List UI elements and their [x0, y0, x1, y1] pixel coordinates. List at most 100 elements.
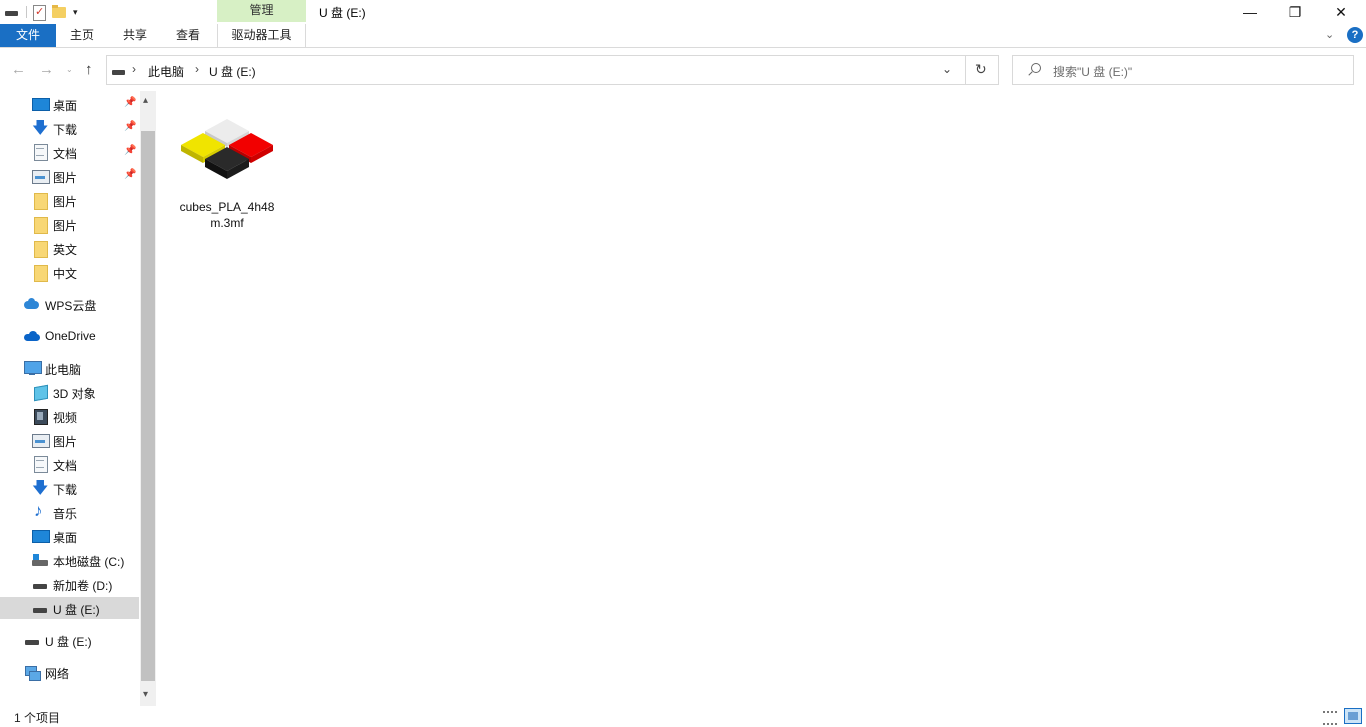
recent-locations-dropdown[interactable]: ⌄	[66, 65, 73, 74]
breadcrumb-usb-drive[interactable]: U 盘 (E:)	[209, 63, 256, 80]
restore-button[interactable]: ❐	[1272, 0, 1318, 24]
pin-icon[interactable]: 📌	[124, 145, 136, 156]
sidebar-item-pc-desktop[interactable]: 桌面	[0, 525, 139, 547]
search-icon	[1027, 62, 1041, 76]
sidebar-item-label: 英文	[53, 243, 78, 257]
wps-cloud-icon	[24, 296, 40, 312]
desktop-icon	[32, 528, 50, 544]
sidebar-item-3d-objects[interactable]: 3D 对象	[0, 381, 139, 403]
address-divider	[965, 56, 966, 84]
scrollbar-thumb[interactable]	[141, 131, 155, 681]
sidebar-item-onedrive[interactable]: OneDrive	[0, 325, 139, 347]
tab-view[interactable]: 查看	[164, 24, 212, 47]
sidebar-item-label: 此电脑	[45, 363, 82, 377]
sidebar-item-documents[interactable]: 文档 📌	[0, 141, 139, 163]
sidebar-item-desktop[interactable]: 桌面 📌	[0, 93, 139, 115]
sidebar-item-pc-pictures[interactable]: 图片	[0, 429, 139, 451]
back-button[interactable]: ←	[11, 61, 26, 78]
forward-button[interactable]: →	[39, 61, 54, 78]
sidebar-item-label: 文档	[53, 459, 78, 473]
tab-share[interactable]: 共享	[111, 24, 159, 47]
new-folder-icon[interactable]	[51, 4, 67, 20]
minimize-button[interactable]: —	[1227, 0, 1273, 24]
navigation-pane-scrollbar[interactable]: ▴ ▾	[140, 91, 156, 706]
sidebar-item-drive-d[interactable]: 新加卷 (D:)	[0, 573, 139, 595]
sidebar-item-label: 下载	[53, 123, 78, 137]
sidebar-item-usb-drive[interactable]: U 盘 (E:)	[0, 629, 139, 651]
sidebar-item-label: 图片	[53, 219, 78, 233]
sidebar-item-downloads[interactable]: 下载 📌	[0, 117, 139, 144]
document-icon	[32, 456, 48, 473]
status-bar: 1 个项目	[0, 706, 1366, 727]
file-item[interactable]: cubes_PLA_4h48m.3mf	[177, 107, 277, 237]
navigation-pane: 桌面 📌 下载 📌 文档 📌 图片 📌 图片 图片 英文 中文 WPS云盘	[0, 91, 140, 706]
large-icons-view-icon[interactable]	[1344, 708, 1362, 724]
breadcrumb-separator[interactable]: ›	[132, 62, 136, 76]
sidebar-item-folder-english[interactable]: 英文	[0, 237, 139, 259]
sidebar-item-music[interactable]: 音乐	[0, 501, 139, 523]
sidebar-item-label: 图片	[53, 171, 78, 185]
tab-file[interactable]: 文件	[0, 24, 56, 47]
drive-icon	[111, 64, 127, 78]
pin-icon[interactable]: 📌	[124, 97, 136, 108]
toolbar-divider	[26, 6, 27, 18]
folder-icon	[32, 216, 48, 234]
sidebar-item-label: U 盘 (E:)	[45, 635, 92, 649]
manage-context-tab[interactable]: 管理	[217, 0, 306, 22]
drive-icon	[4, 4, 20, 20]
close-button[interactable]: ✕	[1318, 0, 1364, 24]
sidebar-item-wps-cloud[interactable]: WPS云盘	[0, 293, 139, 315]
details-view-icon[interactable]	[1322, 709, 1338, 725]
3mf-cubes-icon	[181, 119, 273, 179]
sidebar-item-folder-chinese[interactable]: 中文	[0, 261, 139, 283]
navigation-bar: ← → ⌄ ↑ › 此电脑 › U 盘 (E:) ⌄ ↻ 搜索"U 盘 (E:)…	[0, 49, 1366, 91]
breadcrumb-separator[interactable]: ›	[195, 62, 199, 76]
sidebar-item-label: 3D 对象	[53, 387, 96, 401]
sidebar-item-pc-documents[interactable]: 文档	[0, 453, 139, 475]
up-button[interactable]: ↑	[85, 61, 93, 78]
tab-drive-tools[interactable]: 驱动器工具	[217, 24, 306, 47]
download-icon	[32, 477, 48, 504]
customize-toolbar-dropdown[interactable]: ▾	[73, 7, 78, 18]
expand-ribbon-icon[interactable]: ⌄	[1325, 28, 1334, 41]
sidebar-item-folder-pictures-1[interactable]: 图片	[0, 189, 139, 211]
folder-icon	[32, 240, 48, 258]
sidebar-item-pc-downloads[interactable]: 下载	[0, 477, 139, 504]
ribbon-tabs: 文件 主页 共享 查看 驱动器工具 ⌄ ?	[0, 24, 1366, 48]
sidebar-item-drive-c[interactable]: 本地磁盘 (C:)	[0, 549, 139, 571]
address-bar[interactable]: › 此电脑 › U 盘 (E:) ⌄ ↻	[106, 55, 999, 85]
drive-icon	[32, 576, 48, 592]
sidebar-item-label: 图片	[53, 195, 78, 209]
sidebar-item-network[interactable]: 网络	[0, 661, 139, 683]
properties-icon[interactable]	[31, 4, 47, 21]
scroll-down-arrow[interactable]: ▾	[143, 689, 148, 700]
sidebar-item-label: 音乐	[53, 507, 78, 521]
sidebar-item-label: 下载	[53, 483, 78, 497]
pin-icon[interactable]: 📌	[124, 169, 136, 180]
quick-access-toolbar: ▾	[0, 0, 78, 24]
file-list[interactable]: cubes_PLA_4h48m.3mf	[157, 91, 1366, 706]
search-input[interactable]: 搜索"U 盘 (E:)"	[1053, 63, 1132, 80]
music-icon	[32, 501, 48, 521]
pin-icon[interactable]: 📌	[124, 121, 136, 132]
network-icon	[24, 664, 41, 681]
sidebar-item-label: OneDrive	[45, 329, 96, 343]
address-history-dropdown[interactable]: ⌄	[942, 62, 952, 76]
breadcrumb-this-pc[interactable]: 此电脑	[148, 63, 184, 80]
scroll-up-arrow[interactable]: ▴	[143, 95, 148, 106]
sidebar-item-drive-e[interactable]: U 盘 (E:)	[0, 597, 139, 619]
sidebar-item-label: 文档	[53, 147, 78, 161]
help-icon[interactable]: ?	[1347, 27, 1363, 43]
sidebar-item-folder-pictures-2[interactable]: 图片	[0, 213, 139, 235]
search-box[interactable]: 搜索"U 盘 (E:)"	[1012, 55, 1354, 85]
3d-objects-icon	[32, 384, 48, 400]
file-name: cubes_PLA_4h48m.3mf	[179, 200, 275, 230]
sidebar-item-this-pc[interactable]: 此电脑	[0, 357, 139, 379]
sidebar-item-label: 图片	[53, 435, 78, 449]
sidebar-item-videos[interactable]: 视频	[0, 405, 139, 427]
tab-home[interactable]: 主页	[58, 24, 106, 47]
usb-drive-icon	[32, 600, 48, 616]
refresh-button[interactable]: ↻	[975, 61, 987, 78]
sidebar-item-pictures[interactable]: 图片 📌	[0, 165, 139, 187]
sidebar-item-label: 本地磁盘 (C:)	[53, 555, 125, 569]
